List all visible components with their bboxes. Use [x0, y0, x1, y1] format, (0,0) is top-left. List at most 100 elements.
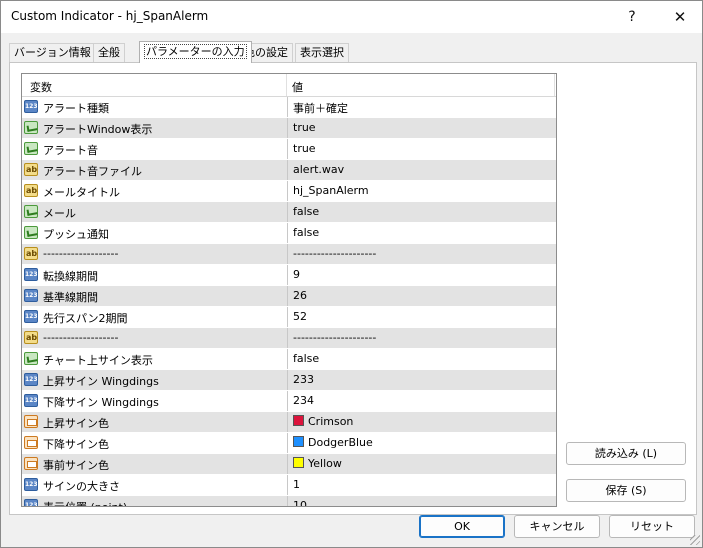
variable-cell[interactable]: 事前サイン色 — [22, 454, 286, 474]
column-header-variable[interactable]: 変数 — [30, 79, 52, 95]
tab-input-parameters[interactable]: パラメーターの入力 — [139, 41, 252, 63]
table-row[interactable]: 表示位置 (point) 10 — [22, 496, 556, 506]
tab-input-parameters-label: パラメーターの入力 — [144, 44, 247, 59]
save-button[interactable]: 保存 (S) — [566, 479, 686, 502]
value-cell[interactable]: DodgerBlue — [287, 433, 555, 453]
value-cell[interactable]: false — [287, 349, 555, 369]
variable-cell[interactable]: チャート上サイン表示 — [22, 349, 286, 369]
grid-header: 変数 値 — [22, 74, 556, 97]
load-button[interactable]: 読み込み (L) — [566, 442, 686, 465]
table-row[interactable]: 上昇サイン色 Crimson — [22, 412, 556, 433]
number-icon — [24, 373, 38, 386]
value-cell[interactable]: 26 — [287, 286, 555, 306]
variable-cell[interactable]: 上昇サイン Wingdings — [22, 370, 286, 390]
variable-value: Crimson — [308, 415, 354, 428]
value-cell[interactable]: 234 — [287, 391, 555, 411]
variable-name: アラートWindow表示 — [43, 123, 153, 136]
value-cell[interactable]: true — [287, 139, 555, 159]
table-row[interactable]: 上昇サイン Wingdings 233 — [22, 370, 556, 391]
variable-cell[interactable]: 先行スパン2期間 — [22, 307, 286, 327]
color-icon — [24, 457, 38, 470]
variable-cell[interactable]: ------------------- — [22, 244, 286, 264]
grid-rows: アラート種類事前＋確定アラートWindow表示trueアラート音trueアラート… — [22, 97, 556, 506]
variable-name: プッシュ通知 — [43, 228, 109, 241]
variable-cell[interactable]: 下降サイン Wingdings — [22, 391, 286, 411]
value-cell[interactable]: 9 — [287, 265, 555, 285]
help-button[interactable]: ? — [609, 1, 655, 33]
table-row[interactable]: 転換線期間 9 — [22, 265, 556, 286]
variable-cell[interactable]: プッシュ通知 — [22, 223, 286, 243]
variable-cell[interactable]: アラートWindow表示 — [22, 118, 286, 138]
resize-grip-icon[interactable] — [690, 535, 700, 545]
value-cell[interactable]: Yellow — [287, 454, 555, 474]
tab-version-info[interactable]: バージョン情報 — [9, 43, 96, 62]
table-row[interactable]: ---------------------------------------- — [22, 244, 556, 265]
table-row[interactable]: アラート音ファイル alert.wav — [22, 160, 556, 181]
column-header-value[interactable]: 値 — [292, 79, 303, 95]
value-cell[interactable]: alert.wav — [287, 160, 555, 180]
variable-name: 事前サイン色 — [43, 459, 109, 472]
number-icon — [24, 478, 38, 491]
value-cell[interactable]: true — [287, 118, 555, 138]
variable-name: 上昇サイン色 — [43, 417, 109, 430]
value-cell[interactable]: 事前＋確定 — [287, 97, 555, 117]
value-cell[interactable]: hj_SpanAlerm — [287, 181, 555, 201]
ok-button[interactable]: OK — [419, 515, 505, 538]
table-row[interactable]: サインの大きさ 1 — [22, 475, 556, 496]
variable-cell[interactable]: アラート種類 — [22, 97, 286, 117]
variable-value: false — [293, 226, 320, 239]
variable-cell[interactable]: メールタイトル — [22, 181, 286, 201]
variable-cell[interactable]: メール — [22, 202, 286, 222]
close-button[interactable]: ✕ — [657, 1, 703, 33]
value-cell[interactable]: --------------------- — [287, 244, 555, 264]
value-cell[interactable]: false — [287, 202, 555, 222]
value-cell[interactable]: false — [287, 223, 555, 243]
variable-cell[interactable]: 基準線期間 — [22, 286, 286, 306]
value-cell[interactable]: 10 — [287, 496, 555, 506]
variable-cell[interactable]: 上昇サイン色 — [22, 412, 286, 432]
variable-name: アラート音ファイル — [43, 165, 142, 178]
cancel-button[interactable]: キャンセル — [514, 515, 600, 538]
table-row[interactable]: ---------------------------------------- — [22, 328, 556, 349]
variable-cell[interactable]: ------------------- — [22, 328, 286, 348]
table-row[interactable]: チャート上サイン表示 false — [22, 349, 556, 370]
table-row[interactable]: 事前サイン色 Yellow — [22, 454, 556, 475]
value-cell[interactable]: 233 — [287, 370, 555, 390]
variable-cell[interactable]: アラート音ファイル — [22, 160, 286, 180]
reset-button[interactable]: リセット — [609, 515, 695, 538]
variable-cell[interactable]: アラート音 — [22, 139, 286, 159]
value-cell[interactable]: --------------------- — [287, 328, 555, 348]
table-row[interactable]: アラートWindow表示 true — [22, 118, 556, 139]
column-divider[interactable] — [286, 74, 287, 96]
table-row[interactable]: 下降サイン Wingdings 234 — [22, 391, 556, 412]
variable-value: true — [293, 142, 316, 155]
variable-name: サインの大きさ — [43, 480, 120, 493]
variable-name: ------------------- — [43, 247, 119, 260]
value-cell[interactable]: Crimson — [287, 412, 555, 432]
variable-cell[interactable]: 表示位置 (point) — [22, 496, 286, 506]
variable-cell[interactable]: サインの大きさ — [22, 475, 286, 495]
variable-value: true — [293, 121, 316, 134]
value-cell[interactable]: 52 — [287, 307, 555, 327]
table-row[interactable]: アラート音 true — [22, 139, 556, 160]
table-row[interactable]: 先行スパン2期間 52 — [22, 307, 556, 328]
number-icon — [24, 289, 38, 302]
table-row[interactable]: メール false — [22, 202, 556, 223]
tab-general[interactable]: 全般 — [93, 43, 125, 62]
table-row[interactable]: メールタイトル hj_SpanAlerm — [22, 181, 556, 202]
variable-name: ------------------- — [43, 331, 119, 344]
table-row[interactable]: 基準線期間 26 — [22, 286, 556, 307]
variable-cell[interactable]: 下降サイン色 — [22, 433, 286, 453]
variable-value: Yellow — [308, 457, 342, 470]
variable-name: 基準線期間 — [43, 291, 98, 304]
variable-name: 表示位置 (point) — [43, 499, 127, 506]
parameters-grid[interactable]: 変数 値 アラート種類 事前＋確定アラートWindow表示 true アラート音 tru… — [21, 73, 557, 507]
value-cell[interactable]: 1 — [287, 475, 555, 495]
tab-display-selection[interactable]: 表示選択 — [295, 43, 349, 62]
column-divider[interactable] — [554, 74, 555, 96]
table-row[interactable]: プッシュ通知 false — [22, 223, 556, 244]
table-row[interactable]: 下降サイン色 DodgerBlue — [22, 433, 556, 454]
table-row[interactable]: アラート種類 事前＋確定 — [22, 97, 556, 118]
variable-cell[interactable]: 転換線期間 — [22, 265, 286, 285]
variable-name: 下降サイン色 — [43, 438, 109, 451]
